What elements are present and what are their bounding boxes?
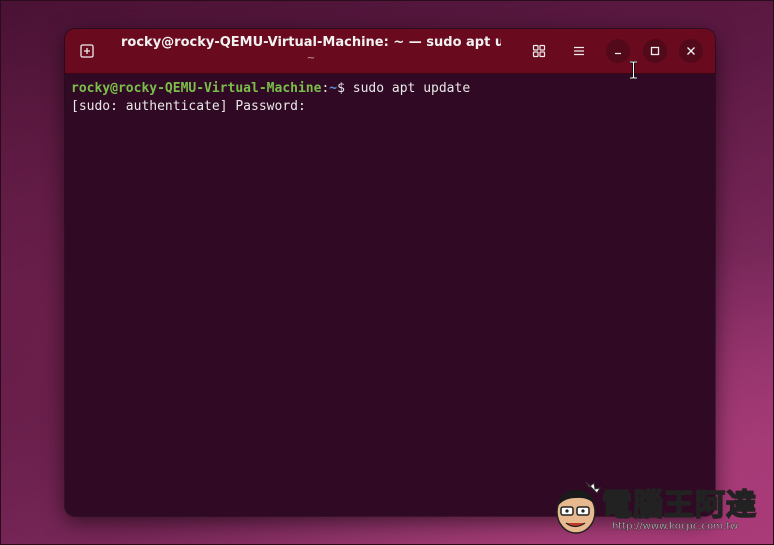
command-line: rocky@rocky-QEMU-Virtual-Machine:~$ sudo… [71,80,709,98]
maximize-icon [649,42,661,61]
output-line: [sudo: authenticate] Password: [71,99,306,114]
window-subtitle: ~ [306,53,316,64]
terminal-window: rocky@rocky-QEMU-Virtual-Machine: ~ — su… [65,29,715,516]
grid-view-button[interactable] [527,40,551,64]
new-tab-button[interactable] [76,41,98,63]
window-title: rocky@rocky-QEMU-Virtual-Machine: ~ — su… [121,35,501,50]
new-tab-icon [80,43,94,62]
watermark-title: 電腦王阿達 [601,487,757,524]
minimize-icon [612,42,624,61]
maximize-button[interactable] [643,39,667,63]
title-bar[interactable]: rocky@rocky-QEMU-Virtual-Machine: ~ — su… [65,29,715,74]
menu-button[interactable] [567,40,591,64]
watermark: 電腦王阿達 http://www.kocpc.com.tw [552,478,770,540]
hamburger-menu-icon [572,43,586,62]
close-button[interactable] [679,39,703,63]
close-icon [685,42,697,61]
prompt-symbol: $ [337,81,353,96]
command-text: sudo apt update [352,81,471,96]
prompt-path: ~ [329,81,338,96]
text-cursor-icon [629,60,638,83]
mascot-logo-icon [552,480,604,542]
prompt-user: rocky@rocky-QEMU-Virtual-Machine [71,81,322,96]
grid-view-icon [532,43,546,62]
terminal-output[interactable]: rocky@rocky-QEMU-Virtual-Machine:~$ sudo… [65,74,715,516]
watermark-url: http://www.kocpc.com.tw [612,521,739,532]
minimize-button[interactable] [606,39,630,63]
